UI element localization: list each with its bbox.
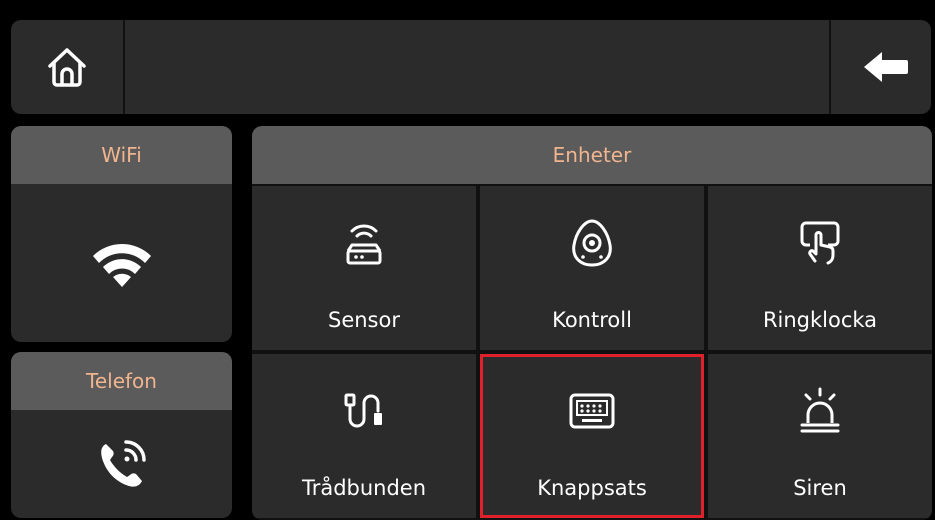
router-sensor-icon <box>346 224 382 265</box>
arrow-left-icon <box>864 52 908 82</box>
divider <box>829 20 831 114</box>
wifi-icon <box>92 243 151 287</box>
home-icon <box>48 48 86 87</box>
tile-sensor[interactable]: Sensor <box>252 186 476 350</box>
top-bar <box>11 20 931 114</box>
tile-siren[interactable]: Siren <box>708 354 932 518</box>
devices-section: Enheter Sensor Kontroll Ringklocka Trådb… <box>252 126 932 520</box>
wired-cable-icon <box>344 393 382 428</box>
devices-header: Enheter <box>252 126 932 184</box>
tile-label: Trådbunden <box>301 476 427 500</box>
tile-tradbunden[interactable]: Trådbunden <box>252 354 476 518</box>
tile-label: Kontroll <box>552 308 632 332</box>
phone-section[interactable]: Telefon <box>11 352 232 518</box>
tile-knappsats[interactable]: Knappsats <box>480 354 704 518</box>
wifi-header: WiFi <box>11 126 232 184</box>
phone-button[interactable] <box>11 410 232 518</box>
back-button[interactable] <box>841 20 931 114</box>
doorbell-press-icon <box>800 221 840 265</box>
tile-label: Siren <box>793 476 847 500</box>
tile-label: Sensor <box>328 308 400 332</box>
wifi-button[interactable] <box>11 184 232 342</box>
siren-icon <box>800 387 840 433</box>
keypad-icon <box>569 393 615 429</box>
home-button[interactable] <box>11 20 123 114</box>
tile-label: Ringklocka <box>762 308 878 332</box>
phone-ringing-icon <box>100 440 146 487</box>
wifi-section[interactable]: WiFi <box>11 126 232 342</box>
devices-grid: Sensor Kontroll Ringklocka Trådbunden Kn… <box>252 186 932 520</box>
phone-header: Telefon <box>11 352 232 410</box>
tile-ringklocka[interactable]: Ringklocka <box>708 186 932 350</box>
remote-fob-icon <box>572 219 612 267</box>
tile-label: Knappsats <box>537 476 647 500</box>
tile-kontroll[interactable]: Kontroll <box>480 186 704 350</box>
page-title <box>135 20 829 114</box>
divider <box>123 20 125 114</box>
